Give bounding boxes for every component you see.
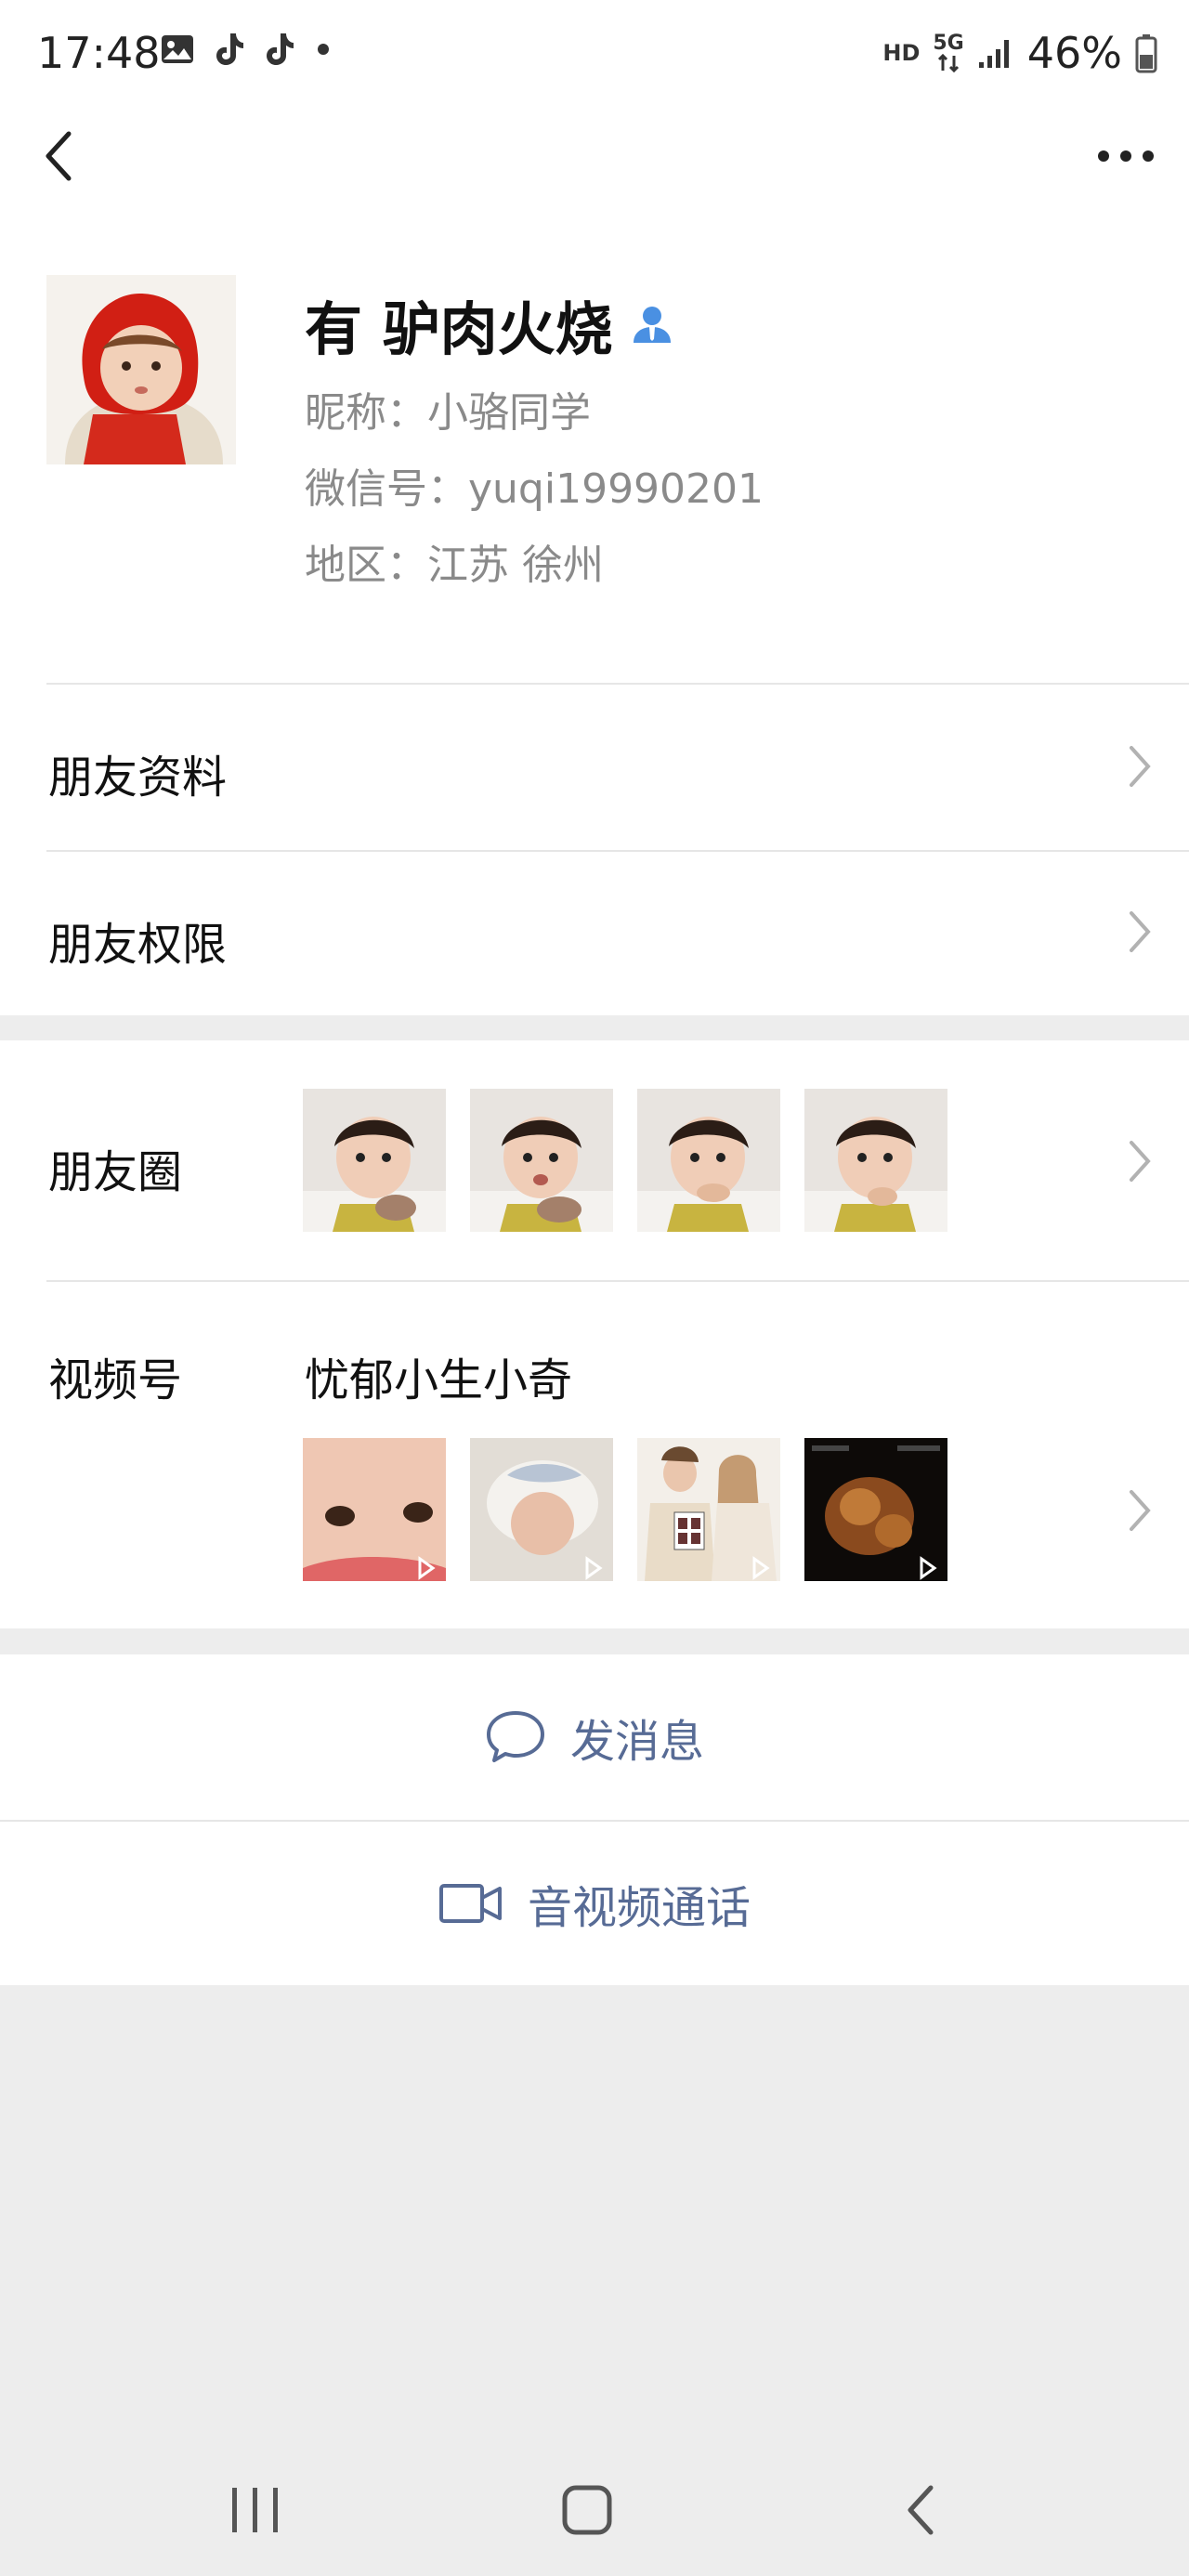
- channels-name: 忧郁小生小奇: [305, 1354, 573, 1406]
- region: 地区：江苏 徐州: [305, 542, 604, 589]
- name-row: 有 驴肉火烧: [305, 282, 674, 366]
- channels-thumbnail: [470, 1438, 613, 1581]
- channels-thumbnail: [804, 1438, 947, 1581]
- recent-apps-icon[interactable]: [227, 2482, 284, 2538]
- friend-info-label: 朋友资料: [48, 752, 228, 804]
- chevron-right-icon: [1130, 1490, 1151, 1531]
- send-message-label: 发消息: [569, 1716, 704, 1768]
- channels-row[interactable]: 视频号 忧郁小生小奇: [0, 1280, 1189, 1628]
- home-icon[interactable]: [557, 2480, 617, 2540]
- avatar[interactable]: [46, 275, 236, 464]
- status-right: HD 5G 46%: [882, 28, 1157, 78]
- battery-icon: [1135, 34, 1157, 73]
- chevron-right-icon: [1130, 746, 1151, 787]
- contact-icon: [633, 307, 671, 343]
- video-camera-icon: [438, 1884, 502, 1923]
- moments-thumbnail: [303, 1089, 446, 1232]
- more-icon[interactable]: [1089, 128, 1163, 184]
- moments-thumbnail: [470, 1089, 613, 1232]
- chevron-right-icon: [1130, 1141, 1151, 1182]
- avatar-image: [46, 275, 236, 464]
- top-nav: [0, 110, 1189, 203]
- send-message-button[interactable]: 发消息: [0, 1654, 1189, 1820]
- dot-icon: [318, 44, 329, 55]
- moments-label: 朋友圈: [48, 1146, 183, 1198]
- channels-label: 视频号: [48, 1354, 183, 1406]
- profile-name: 有 驴肉火烧: [305, 295, 613, 363]
- channels-thumbnail: [637, 1438, 780, 1581]
- hd-label: HD: [882, 40, 921, 66]
- friend-info-row[interactable]: 朋友资料: [0, 683, 1189, 850]
- network-5g-icon: 5G: [933, 32, 964, 72]
- av-call-label: 音视频通话: [527, 1882, 751, 1934]
- moments-thumbnail: [637, 1089, 780, 1232]
- channels-thumbnail: [303, 1438, 446, 1581]
- tiktok-icon: [267, 33, 294, 65]
- 5g-label: 5G: [933, 32, 964, 55]
- nickname: 昵称：小骆同学: [305, 389, 591, 437]
- gallery-icon: [162, 35, 193, 63]
- divider: [46, 683, 1189, 685]
- moments-thumbnail: [804, 1089, 947, 1232]
- battery-level: 46%: [1026, 28, 1122, 78]
- system-navigation-bar: [0, 2441, 1189, 2576]
- data-arrows-icon: [938, 54, 960, 72]
- notification-icons: [160, 32, 333, 67]
- friend-permissions-row[interactable]: 朋友权限: [0, 850, 1189, 1015]
- moments-row[interactable]: 朋友圈: [0, 1040, 1189, 1280]
- friend-permissions-label: 朋友权限: [48, 919, 228, 971]
- chevron-right-icon: [1130, 911, 1151, 952]
- divider: [46, 1280, 1189, 1282]
- profile-header: 有 驴肉火烧 昵称：小骆同学 微信号：yuqi19990201 地区：江苏 徐州: [0, 203, 1189, 683]
- back-icon[interactable]: [35, 126, 91, 186]
- divider: [46, 850, 1189, 852]
- status-bar: 17:48 HD 5G 46%: [0, 0, 1189, 110]
- wechat-id: 微信号：yuqi19990201: [305, 465, 764, 513]
- av-call-button[interactable]: 音视频通话: [0, 1822, 1189, 1985]
- system-back-icon[interactable]: [899, 2480, 944, 2540]
- chat-bubble-icon: [486, 1711, 544, 1762]
- signal-icon: [978, 40, 1009, 68]
- tiktok-icon: [216, 33, 243, 65]
- status-time: 17:48: [37, 28, 161, 78]
